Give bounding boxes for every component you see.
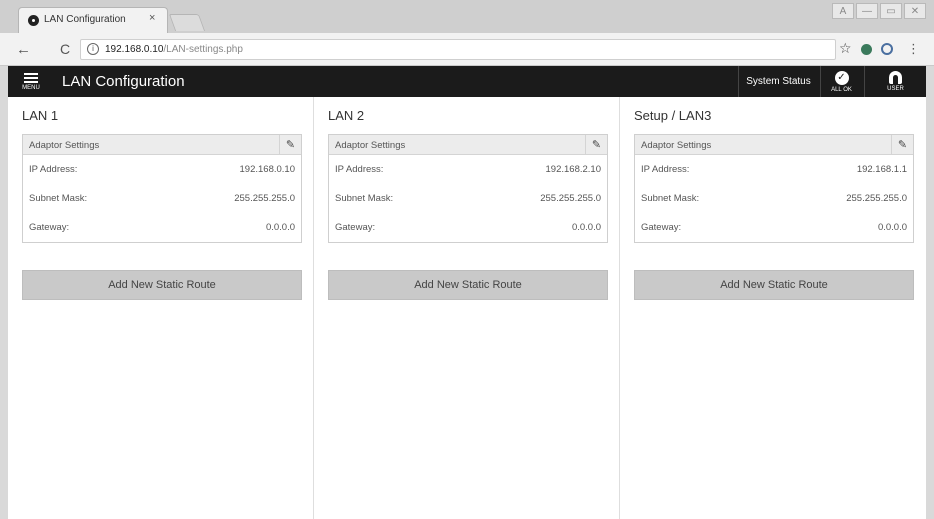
new-tab-button[interactable]: [168, 14, 206, 31]
row-label: Gateway:: [335, 222, 376, 233]
window-controls: A — ▭ ✕: [832, 3, 926, 19]
profile-button[interactable]: A: [832, 3, 854, 19]
extension-icon[interactable]: [861, 44, 872, 55]
tab-title: LAN Configuration: [44, 14, 126, 25]
row-label: Gateway:: [29, 222, 70, 233]
row-value: 192.168.0.10: [239, 164, 295, 175]
card-header: Adaptor Settings ✎: [329, 135, 607, 155]
lan-content: LAN 1 Adaptor Settings ✎ IP Address: 192…: [8, 97, 926, 519]
menu-label: MENU: [22, 84, 40, 91]
settings-row: Gateway: 0.0.0.0: [635, 213, 913, 242]
card-title: Adaptor Settings: [29, 140, 100, 151]
row-label: IP Address:: [641, 164, 690, 175]
all-ok-button[interactable]: ✓ ALL OK: [820, 66, 862, 97]
settings-row: IP Address: 192.168.2.10: [329, 155, 607, 184]
favicon-icon: [28, 15, 39, 26]
url-host: 192.168.0.10: [105, 44, 164, 55]
add-static-route-button[interactable]: Add New Static Route: [634, 270, 914, 300]
user-label: USER: [887, 86, 904, 92]
page-title: LAN Configuration: [62, 73, 185, 90]
row-value: 192.168.2.10: [545, 164, 601, 175]
settings-row: Subnet Mask: 255.255.255.0: [329, 184, 607, 213]
settings-row: IP Address: 192.168.0.10: [23, 155, 301, 184]
card-title: Adaptor Settings: [335, 140, 406, 151]
close-window-button[interactable]: ✕: [904, 3, 926, 19]
browser-menu-icon[interactable]: ⋮: [907, 41, 920, 57]
browser-tabstrip: LAN Configuration × A — ▭ ✕: [0, 0, 934, 33]
column-title: LAN 2: [328, 108, 365, 123]
row-label: IP Address:: [335, 164, 384, 175]
check-icon: ✓: [834, 70, 849, 85]
row-label: Subnet Mask:: [29, 193, 88, 204]
settings-row: IP Address: 192.168.1.1: [635, 155, 913, 184]
app-header: MENU LAN Configuration System Status ✓ A…: [8, 66, 926, 97]
column-title: Setup / LAN3: [634, 108, 712, 123]
all-ok-label: ALL OK: [831, 86, 852, 93]
row-label: Subnet Mask:: [335, 193, 394, 204]
row-label: Gateway:: [641, 222, 682, 233]
user-button[interactable]: USER: [864, 66, 926, 97]
row-value: 255.255.255.0: [234, 193, 295, 204]
tab-close-icon[interactable]: ×: [149, 12, 155, 24]
user-icon: [889, 71, 902, 84]
menu-button[interactable]: MENU: [8, 66, 54, 97]
row-label: IP Address:: [29, 164, 78, 175]
add-static-route-button[interactable]: Add New Static Route: [328, 270, 608, 300]
url-text: 192.168.0.10/LAN-settings.php: [105, 44, 243, 55]
lan-column: LAN 1 Adaptor Settings ✎ IP Address: 192…: [8, 97, 314, 519]
adaptor-settings-card: Adaptor Settings ✎ IP Address: 192.168.0…: [22, 134, 302, 243]
row-value: 192.168.1.1: [856, 164, 907, 175]
reload-icon[interactable]: C: [60, 41, 70, 57]
lan-column: Setup / LAN3 Adaptor Settings ✎ IP Addre…: [620, 97, 926, 519]
url-input[interactable]: i 192.168.0.10/LAN-settings.php: [80, 39, 836, 60]
settings-row: Subnet Mask: 255.255.255.0: [635, 184, 913, 213]
card-header: Adaptor Settings ✎: [635, 135, 913, 155]
lan-column: LAN 2 Adaptor Settings ✎ IP Address: 192…: [314, 97, 620, 519]
row-value: 0.0.0.0: [877, 222, 907, 233]
adaptor-settings-card: Adaptor Settings ✎ IP Address: 192.168.2…: [328, 134, 608, 243]
settings-row: Subnet Mask: 255.255.255.0: [23, 184, 301, 213]
back-arrow-icon[interactable]: ←: [16, 41, 31, 58]
card-title: Adaptor Settings: [641, 140, 712, 151]
minimize-button[interactable]: —: [856, 3, 878, 19]
edit-pencil-icon[interactable]: ✎: [279, 135, 301, 154]
browser-tab[interactable]: LAN Configuration ×: [18, 7, 168, 33]
row-value: 255.255.255.0: [846, 193, 907, 204]
browser-toolbar: ← C i 192.168.0.10/LAN-settings.php ☆ ⋮: [0, 33, 934, 66]
row-label: Subnet Mask:: [641, 193, 700, 204]
edit-pencil-icon[interactable]: ✎: [585, 135, 607, 154]
hamburger-icon: [24, 72, 38, 83]
card-header: Adaptor Settings ✎: [23, 135, 301, 155]
info-icon[interactable]: i: [87, 43, 99, 55]
row-value: 255.255.255.0: [540, 193, 601, 204]
adaptor-settings-card: Adaptor Settings ✎ IP Address: 192.168.1…: [634, 134, 914, 243]
maximize-button[interactable]: ▭: [880, 3, 902, 19]
edit-pencil-icon[interactable]: ✎: [891, 135, 913, 154]
column-title: LAN 1: [22, 108, 59, 123]
url-path: /LAN-settings.php: [163, 44, 243, 55]
extension-shield-icon[interactable]: [881, 43, 893, 55]
row-value: 0.0.0.0: [265, 222, 295, 233]
add-static-route-button[interactable]: Add New Static Route: [22, 270, 302, 300]
settings-row: Gateway: 0.0.0.0: [23, 213, 301, 242]
system-status-button[interactable]: System Status: [738, 66, 818, 97]
bookmark-star-icon[interactable]: ☆: [839, 40, 852, 57]
row-value: 0.0.0.0: [571, 222, 601, 233]
settings-row: Gateway: 0.0.0.0: [329, 213, 607, 242]
